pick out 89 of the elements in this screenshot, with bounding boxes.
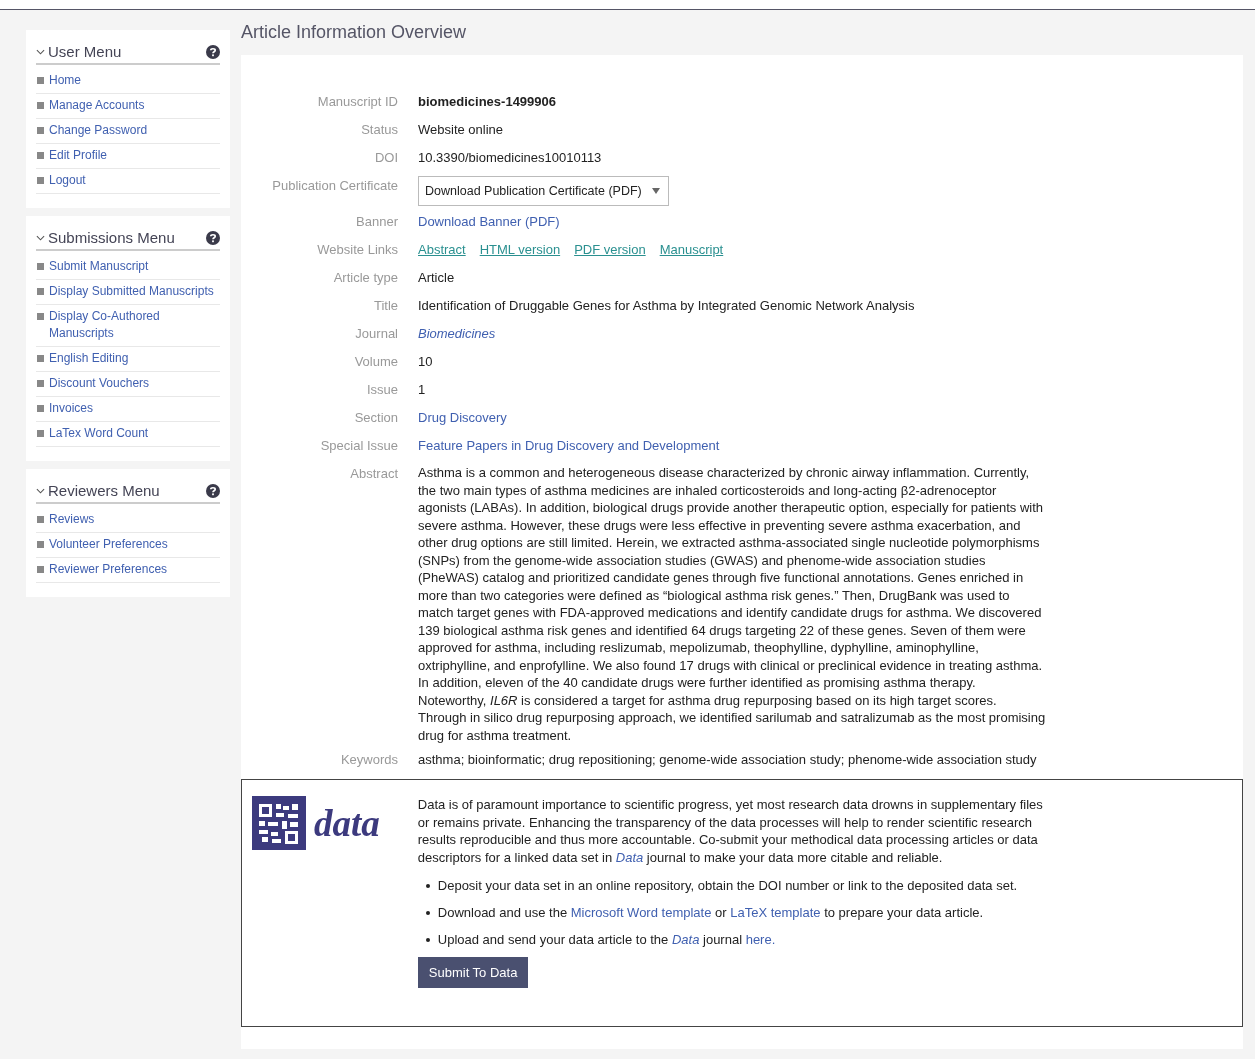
website-link[interactable]: Abstract — [418, 240, 466, 260]
help-icon[interactable] — [206, 483, 220, 498]
field-value: Website online — [418, 121, 504, 139]
field-label: Article type — [332, 269, 398, 287]
menu-link[interactable]: Home — [49, 72, 81, 89]
field-label: Abstract — [349, 465, 398, 483]
menu-link[interactable]: LaTex Word Count — [49, 425, 149, 442]
bullet-icon — [425, 910, 430, 915]
bullet-icon — [37, 102, 44, 109]
field-label: Publication Certificate — [271, 177, 398, 195]
link[interactable]: Download Banner (PDF) — [418, 214, 560, 229]
chevron-icon — [36, 487, 45, 494]
menu-link[interactable]: Manage Accounts — [49, 97, 145, 114]
list-item-text: Deposit your data set in an online repository, obtain the DOI number or link to the deposited data set. — [437, 877, 1018, 895]
menu-link[interactable]: Change Password — [49, 122, 148, 139]
journal-link[interactable]: Biomedicines — [418, 326, 496, 341]
bullet-icon — [37, 541, 44, 548]
chevron-icon — [36, 234, 45, 241]
website-link[interactable]: HTML version — [479, 240, 561, 260]
menu-toggle[interactable]: User Menu — [36, 43, 122, 60]
menu-link[interactable]: Display Co-Authored Manuscripts — [49, 308, 220, 342]
field-label: Volume — [353, 353, 398, 371]
link[interactable]: Data — [615, 849, 644, 865]
website-link[interactable]: PDF version — [574, 240, 646, 260]
field-label: Section — [353, 409, 398, 427]
menu-link[interactable]: Volunteer Preferences — [49, 536, 168, 553]
qr-code-icon — [252, 796, 306, 850]
bullet-icon — [37, 77, 44, 84]
submit-button[interactable]: Submit To Data — [417, 957, 529, 988]
help-icon[interactable] — [206, 44, 220, 59]
menu-link[interactable]: English Editing — [49, 350, 129, 367]
bullet-icon — [37, 516, 44, 523]
link[interactable]: Data — [671, 932, 700, 947]
field-value: asthma; bioinformatic; drug repositioning; genome-wide association study; phenome-wide association study — [418, 751, 1037, 769]
field-value: 10.3390/biomedicines10010113 — [418, 149, 602, 167]
bullet-icon — [37, 355, 44, 362]
field-label: Status — [360, 121, 398, 139]
bullet-icon — [37, 127, 44, 134]
link[interactable]: Feature Papers in Drug Discovery and Development — [418, 438, 720, 453]
logo-wordmark: data — [314, 801, 380, 845]
field-label: Special Issue — [319, 437, 398, 455]
list-item-text: Download and use the Microsoft Word template or LaTeX template to prepare your data article. — [437, 904, 984, 922]
link[interactable]: LaTeX template — [730, 905, 821, 920]
page-title: Article Information Overview — [241, 21, 468, 44]
field-value: Identification of Druggable Genes for Asthma by Integrated Genomic Network Analysis — [418, 297, 915, 315]
bullet-icon — [37, 177, 44, 184]
menu-toggle[interactable]: Reviewers Menu — [36, 482, 160, 499]
field-label: Website Links — [316, 241, 398, 259]
bullet-icon — [425, 937, 430, 942]
field-value: 10 — [418, 353, 433, 371]
bullet-icon — [37, 405, 44, 412]
menu-link[interactable]: Logout — [49, 172, 86, 189]
certificate-dropdown[interactable]: Download Publication Certificate (PDF) — [418, 176, 669, 206]
menu-link[interactable]: Invoices — [49, 400, 94, 417]
intro-paragraph: Data is of paramount importance to scientific progress, yet most research data drowns in supplementary files or remains private. Enhancing the transparency of the data processes will help to render scientific research results reproducible and thus more accountable. Co-submit your methodical data processing articles or data descriptors for a linked data set in Data journal to make your data more citable and reliable. — [417, 796, 1044, 866]
field-label: DOI — [373, 149, 398, 167]
list-item-text: Upload and send your data article to the Data journal here. — [437, 931, 776, 949]
field-value: 1 — [418, 381, 426, 399]
abstract-text: Asthma is a common and heterogeneous disease characterized by chronic airway inflammation. Currently, the two main types of asthma medicines are inhaled corticosteroids and long-acting β2-adrenoceptor agonists (LABAs). In addition, biological drugs provide another therapeutic option, especially for patients with severe asthma. However, these drugs were less effective in preventing severe asthma exacerbation, and other drug options are still limited. Herein, we extracted asthma-associated single nucleotide polymorphisms (SNPs) from the genome-wide association studies (GWAS) and phenome-wide association studies (PheWAS) catalog and prioritized candidate genes through five functional annotations. Genes enriched in more than two categories were defined as “biological asthma risk genes.” Then, DrugBank was used to match target genes with FDA-approved medications and identify candidate drugs for asthma. We discovered 139 biological asthma risk genes and identified 64 drugs targeting 22 of these genes. Seven of them were approved for asthma, including reslizumab, mepolizumab, theophylline, dyphylline, aminophylline, oxtriphylline, and enprofylline. We also found 17 drugs with clinical or preclinical evidence in treating asthma. In addition, eleven of the 40 candidate drugs were further identified as promising asthma therapy. Noteworthy, IL6R is considered a target for asthma drug repurposing based on its high target scores. Through in silico drug repurposing approach, we identified sarilumab and satralizumab as the most promising drug for asthma treatment. — [418, 464, 1046, 744]
menu-link[interactable]: Submit Manuscript — [49, 258, 149, 275]
menu-link[interactable]: Discount Vouchers — [49, 375, 150, 392]
dropdown-caret-icon — [651, 188, 660, 194]
bullet-icon — [37, 380, 44, 387]
link[interactable]: Microsoft Word template — [570, 905, 712, 920]
field-value: Article — [418, 269, 455, 287]
bullet-icon — [37, 566, 44, 573]
bullet-icon — [37, 263, 44, 270]
menu-toggle[interactable]: Submissions Menu — [36, 229, 175, 246]
field-label: Keywords — [339, 751, 398, 769]
menu-link[interactable]: Reviews — [49, 511, 95, 528]
menu-link[interactable]: Reviewer Preferences — [49, 561, 168, 578]
link[interactable]: here. — [745, 932, 776, 947]
menu-link[interactable]: Display Submitted Manuscripts — [49, 283, 214, 300]
field-label: Banner — [355, 213, 398, 231]
bullet-icon — [425, 883, 430, 888]
link[interactable]: Drug Discovery — [418, 410, 507, 425]
bullet-icon — [37, 313, 44, 320]
field-label: Title — [372, 297, 398, 315]
bullet-icon — [37, 430, 44, 437]
field-label: Journal — [354, 325, 398, 343]
field-label: Manuscript ID — [316, 93, 398, 111]
field-value: biomedicines-1499906 — [418, 93, 557, 111]
bullet-icon — [37, 152, 44, 159]
bullet-icon — [37, 288, 44, 295]
menu-link[interactable]: Edit Profile — [49, 147, 108, 164]
chevron-icon — [36, 48, 45, 55]
help-icon[interactable] — [206, 230, 220, 245]
website-link[interactable]: Manuscript — [659, 240, 724, 260]
field-label: Issue — [365, 381, 398, 399]
